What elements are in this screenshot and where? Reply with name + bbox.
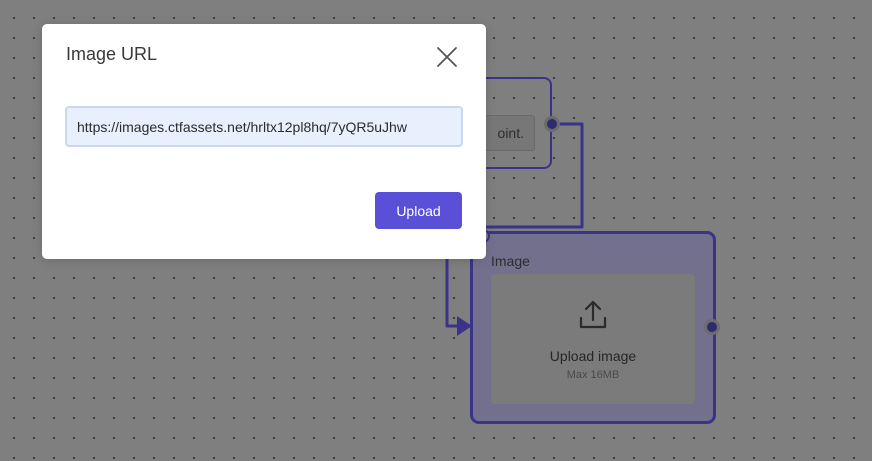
image-url-dialog: Image URL Upload bbox=[42, 24, 486, 259]
dialog-title: Image URL bbox=[66, 44, 158, 64]
image-node-title: Image bbox=[491, 253, 530, 269]
image-node[interactable]: Image Upload image Max 16MB bbox=[470, 231, 716, 424]
image-url-input[interactable] bbox=[65, 106, 463, 147]
image-node-output-port[interactable] bbox=[704, 319, 720, 335]
image-upload-dropzone[interactable]: Upload image Max 16MB bbox=[491, 274, 695, 404]
upload-icon bbox=[579, 300, 607, 329]
flow-canvas[interactable]: oint. Image Upload image Max 16MB Image … bbox=[0, 0, 872, 461]
upload-button[interactable]: Upload bbox=[375, 192, 462, 229]
upload-size-limit: Max 16MB bbox=[566, 369, 620, 381]
close-icon[interactable] bbox=[434, 44, 460, 70]
upload-image-label: Upload image bbox=[549, 348, 637, 364]
previous-node-output-port[interactable] bbox=[544, 116, 560, 132]
